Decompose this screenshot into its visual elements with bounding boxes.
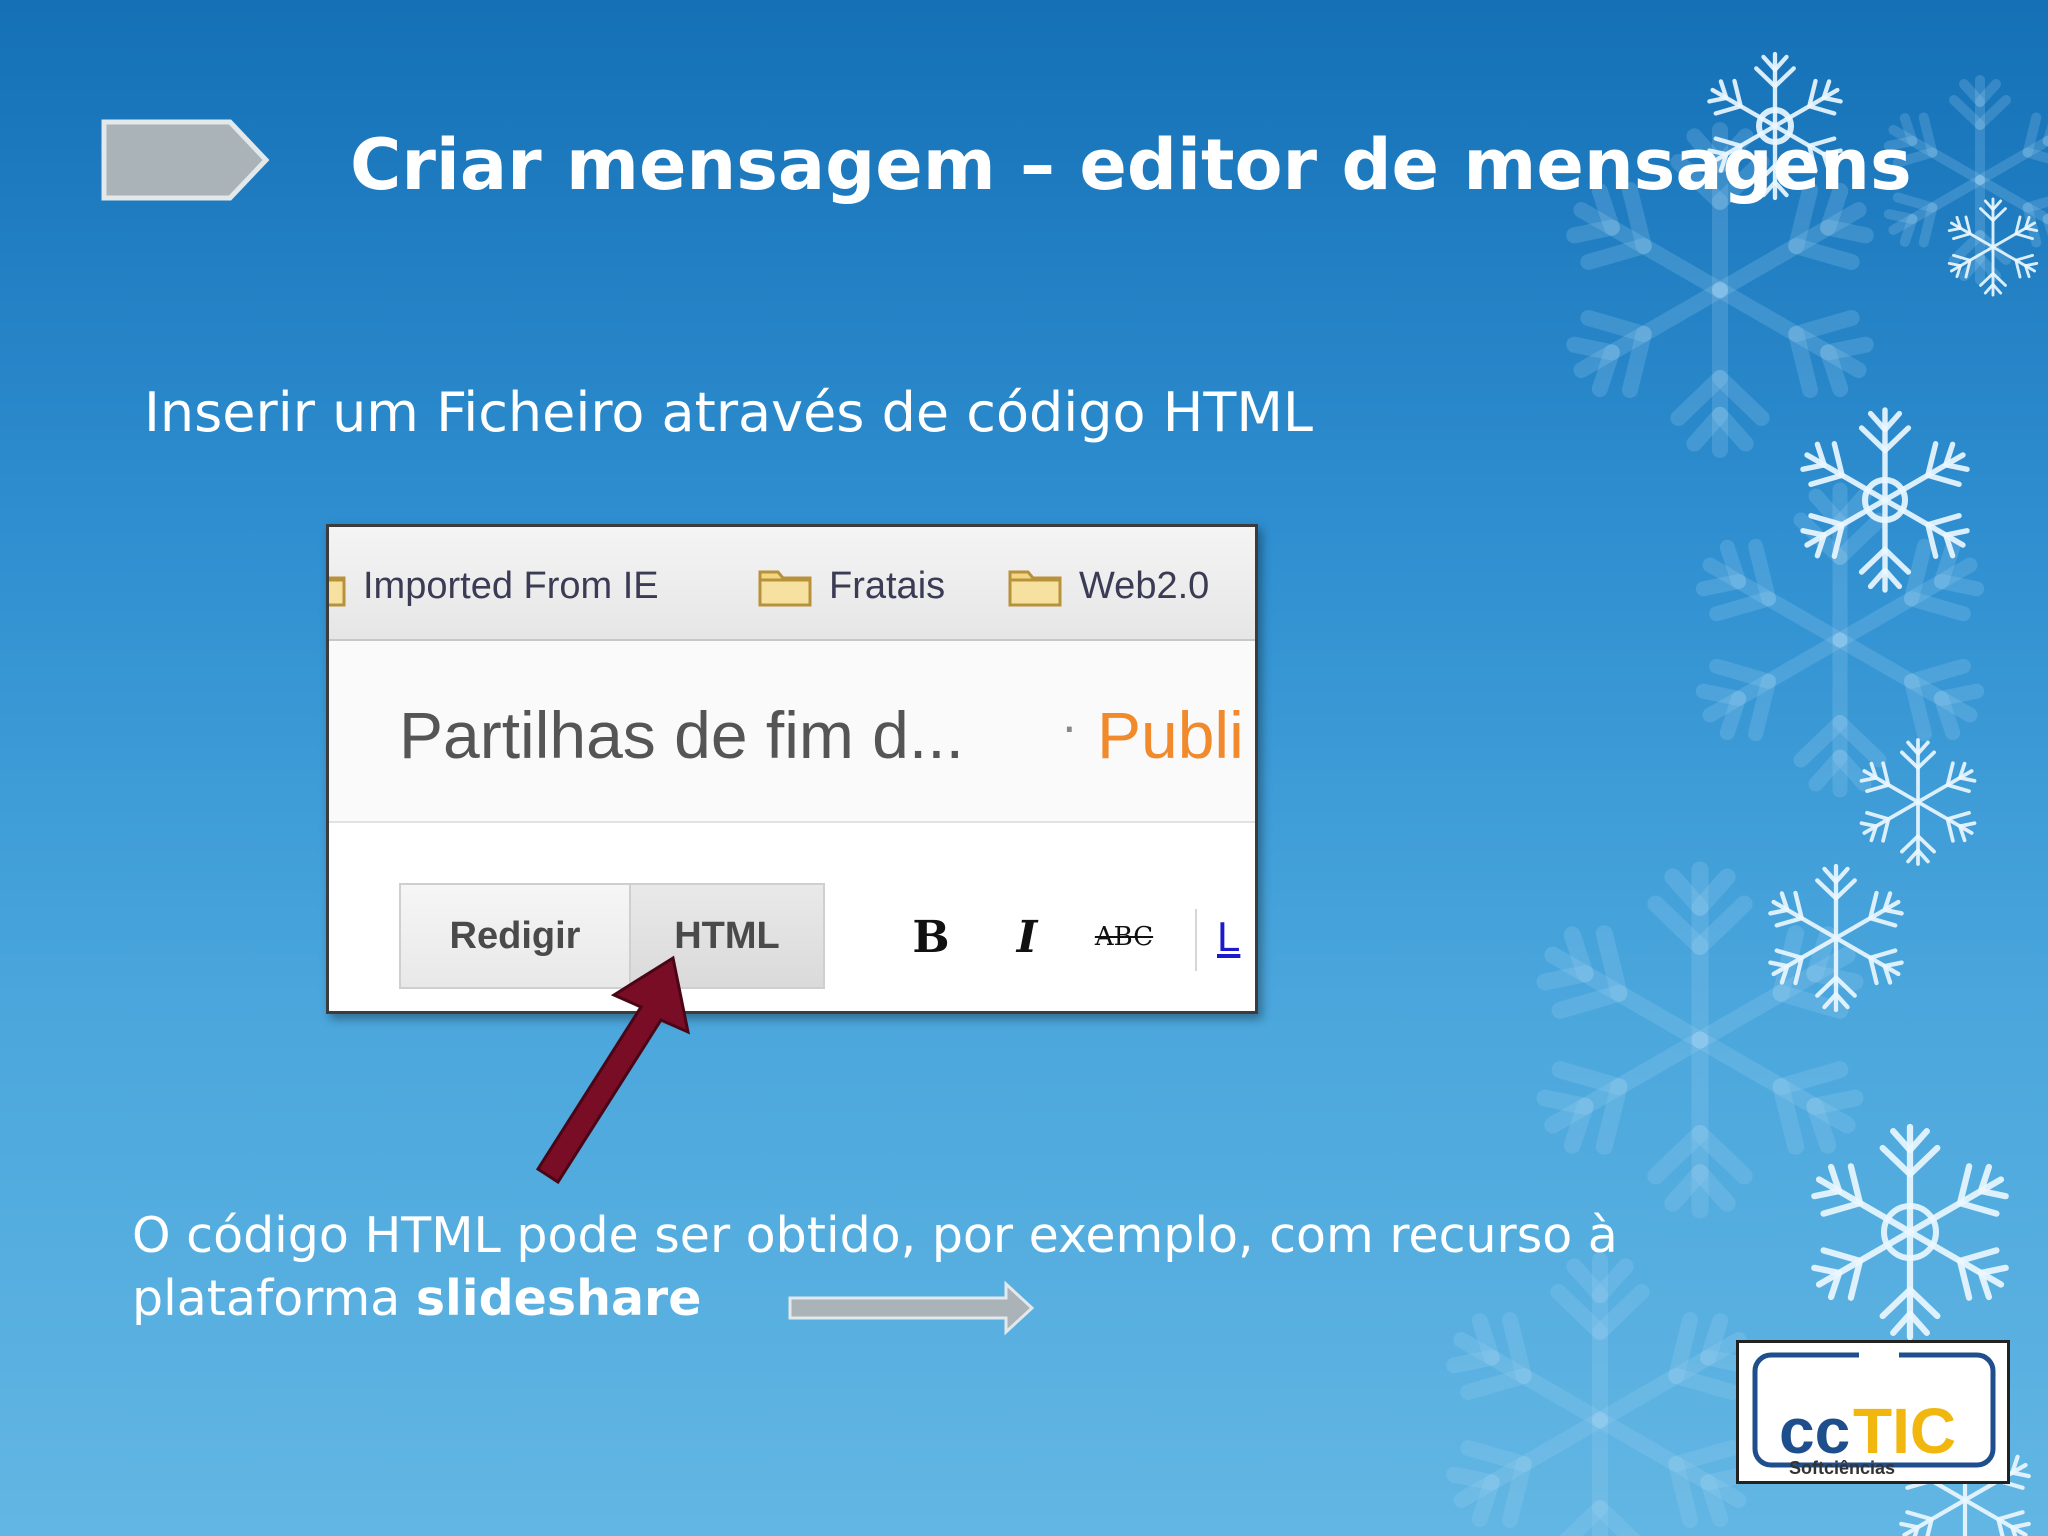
publish-link[interactable]: Publi xyxy=(1097,697,1244,773)
svg-text:TIC: TIC xyxy=(1853,1395,1956,1467)
bookmark-label: Web2.0 xyxy=(1079,564,1210,607)
cctic-logo-mark: cc TIC Softciências xyxy=(1752,1347,1996,1478)
bookmark-label: Imported From IE xyxy=(363,564,659,607)
bookmark-web20[interactable]: Web2.0 xyxy=(1007,561,1209,611)
slide-subtitle: Inserir um Ficheiro através de código HT… xyxy=(144,381,1314,444)
strikethrough-button[interactable]: ABC xyxy=(1091,909,1157,965)
body-line-1: O código HTML pode ser obtido, por exemp… xyxy=(132,1207,1618,1264)
bookmark-fratais[interactable]: Fratais xyxy=(757,561,945,611)
svg-text:Softciências: Softciências xyxy=(1789,1458,1895,1478)
bold-button[interactable]: B xyxy=(909,909,953,965)
bookmark-label: Fratais xyxy=(829,564,946,607)
post-title: Partilhas de fim d... xyxy=(399,698,964,772)
folder-icon xyxy=(329,576,346,607)
right-arrow-icon xyxy=(788,1280,1035,1336)
folder-icon xyxy=(1008,570,1062,607)
cctic-logo: cc TIC Softciências xyxy=(1736,1340,2010,1484)
bookmark-imported-from-ie[interactable]: Imported From IE xyxy=(329,561,659,611)
folder-icon xyxy=(758,570,812,607)
title-arrow-icon xyxy=(101,119,270,201)
pointer-arrow-icon xyxy=(535,955,691,1185)
link-button[interactable]: L xyxy=(1217,909,1253,965)
slide: Criar mensagem – editor de mensagens Ins… xyxy=(0,0,2048,1536)
slide-title: Criar mensagem – editor de mensagens xyxy=(350,124,1912,206)
post-separator: · xyxy=(1061,698,1078,754)
slideshare-emphasis: slideshare xyxy=(415,1270,702,1327)
editor-screenshot: Imported From IE Fratais Web2.0 Partilha… xyxy=(326,524,1258,1014)
post-header: Partilhas de fim d... · Publi xyxy=(329,641,1255,823)
svg-text:cc: cc xyxy=(1779,1395,1850,1467)
toolbar-divider xyxy=(1195,909,1197,971)
editor-toolbar: Redigir HTML B I ABC L xyxy=(329,823,1255,1011)
body-line-2-text: plataforma xyxy=(132,1270,416,1327)
bookmarks-bar: Imported From IE Fratais Web2.0 xyxy=(329,527,1255,641)
italic-button[interactable]: I xyxy=(1005,909,1049,965)
